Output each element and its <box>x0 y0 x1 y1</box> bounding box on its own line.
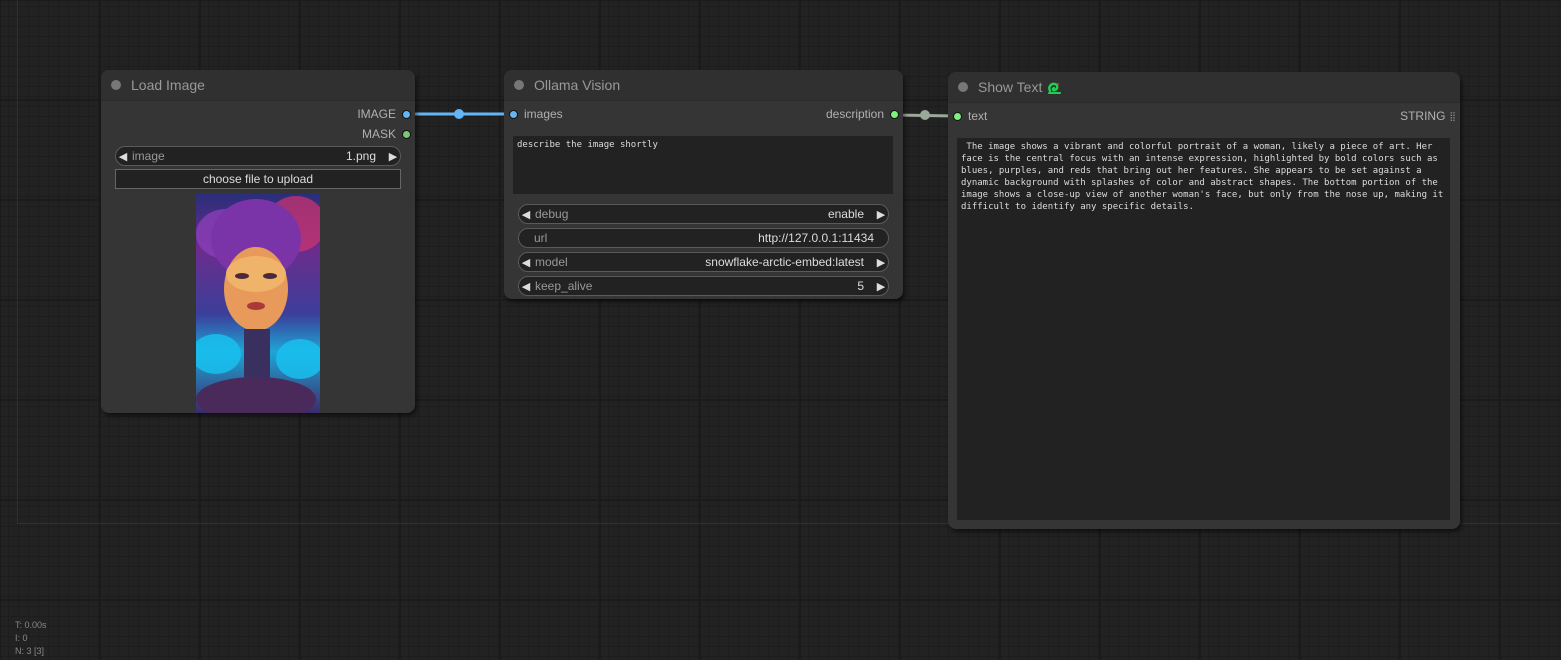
slot-label: description <box>825 107 884 121</box>
prompt-textarea[interactable]: describe the image shortly <box>513 136 893 194</box>
arrow-right-icon[interactable]: ▶ <box>874 208 888 221</box>
node-title: Load Image <box>131 77 205 93</box>
widget-value: enable <box>827 207 864 221</box>
arrow-right-icon[interactable]: ▶ <box>874 256 888 269</box>
url-text-widget[interactable]: url http://127.0.0.1:11434 <box>518 228 889 248</box>
group-border-left <box>17 0 18 524</box>
output-description-slot[interactable]: description <box>826 107 899 121</box>
slot-label: images <box>524 107 563 121</box>
output-string-slot[interactable]: STRING ⣿ <box>1400 109 1456 123</box>
input-images-slot[interactable]: images <box>509 107 563 121</box>
output-textarea[interactable]: The image shows a vibrant and colorful p… <box>957 138 1450 520</box>
canvas-stats: T: 0.00s I: 0 N: 3 [3] <box>15 619 47 658</box>
widget-label: image <box>132 149 165 163</box>
input-text-slot[interactable]: text <box>953 109 987 123</box>
output-dot[interactable] <box>402 129 411 139</box>
snake-icon <box>1047 80 1062 95</box>
stat-time: T: 0.00s <box>15 620 47 630</box>
string-link[interactable] <box>893 113 957 118</box>
keep-alive-number-widget[interactable]: ◀ keep_alive 5 ▶ <box>518 276 889 296</box>
arrow-left-icon[interactable]: ◀ <box>116 150 130 163</box>
widget-label: model <box>535 255 568 269</box>
node-title-bar[interactable]: Load Image <box>101 70 415 101</box>
stat-nodes: N: 3 [3] <box>15 646 45 656</box>
model-combo-widget[interactable]: ◀ model snowflake-arctic-embed:latest ▶ <box>518 252 889 272</box>
arrow-left-icon[interactable]: ◀ <box>519 256 533 269</box>
collapse-dot[interactable] <box>111 80 121 90</box>
image-combo-widget[interactable]: ◀ image 1.png ▶ <box>115 146 401 166</box>
widget-value: 1.png <box>345 149 376 163</box>
collapse-dot[interactable] <box>958 82 968 92</box>
link-midpoint[interactable] <box>920 110 930 120</box>
output-dot[interactable] <box>890 109 899 119</box>
arrow-right-icon[interactable]: ▶ <box>874 280 888 293</box>
load-image-node[interactable]: Load Image IMAGE MASK ◀ image 1.png ▶ ch… <box>101 70 415 413</box>
show-text-node[interactable]: Show Text text STRING ⣿ The image shows … <box>948 72 1460 529</box>
grid-icon[interactable]: ⣿ <box>1449 111 1456 122</box>
output-mask-slot[interactable]: MASK <box>362 127 411 141</box>
output-image-slot[interactable]: IMAGE <box>357 107 411 121</box>
slot-label: MASK <box>361 127 396 141</box>
widget-label: url <box>534 231 548 245</box>
node-title-bar[interactable]: Ollama Vision <box>504 70 903 101</box>
widget-label: debug <box>535 207 569 221</box>
stat-iterations: I: 0 <box>15 633 28 643</box>
arrow-left-icon[interactable]: ◀ <box>519 280 533 293</box>
node-title: Show Text <box>978 79 1043 95</box>
slot-label: text <box>968 109 988 123</box>
arrow-left-icon[interactable]: ◀ <box>519 208 533 221</box>
portrait-image <box>196 194 320 413</box>
portrait-art <box>196 196 320 413</box>
link-midpoint[interactable] <box>454 109 464 119</box>
debug-combo-widget[interactable]: ◀ debug enable ▶ <box>518 204 889 224</box>
node-title-bar[interactable]: Show Text <box>948 72 1460 103</box>
upload-button[interactable]: choose file to upload <box>115 169 401 189</box>
ollama-vision-node[interactable]: Ollama Vision images description describ… <box>504 70 903 299</box>
input-dot[interactable] <box>509 109 518 119</box>
collapse-dot[interactable] <box>514 80 524 90</box>
arrow-right-icon[interactable]: ▶ <box>386 150 400 163</box>
slot-label: IMAGE <box>357 107 396 121</box>
node-title: Ollama Vision <box>534 77 621 93</box>
widget-label: keep_alive <box>535 279 593 293</box>
widget-value: snowflake-arctic-embed:latest <box>705 255 864 269</box>
widget-value: 5 <box>857 279 864 293</box>
slot-label: STRING <box>1400 109 1446 123</box>
widget-value: http://127.0.0.1:11434 <box>758 231 874 245</box>
output-dot[interactable] <box>402 109 411 119</box>
input-dot[interactable] <box>953 111 962 121</box>
